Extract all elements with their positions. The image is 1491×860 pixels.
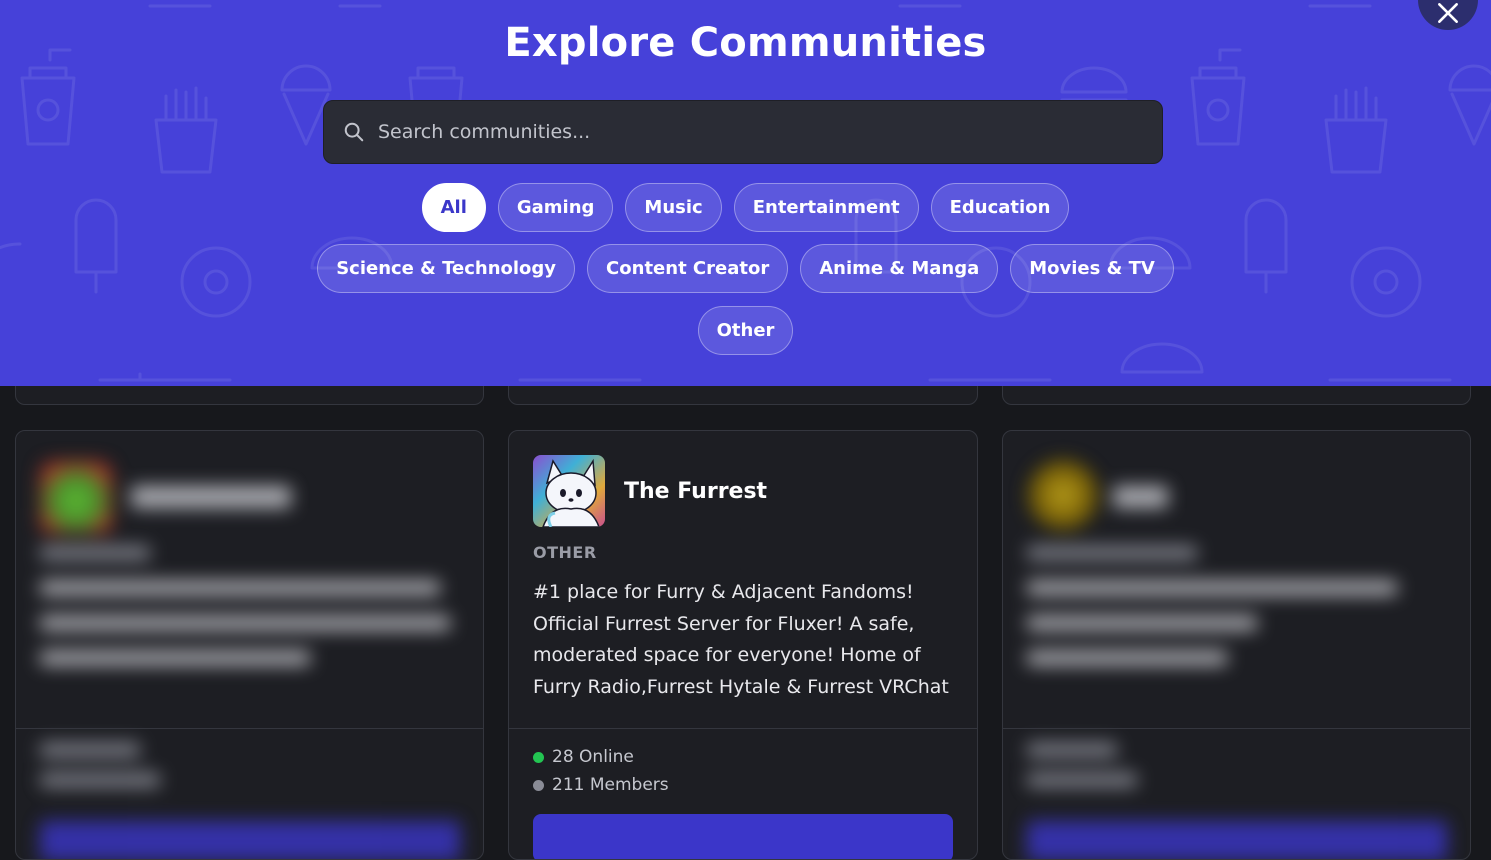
community-name: The Furrest: [624, 479, 768, 504]
category-chip-science-technology[interactable]: Science & Technology: [317, 244, 576, 293]
community-card-blurred[interactable]: [15, 430, 484, 860]
card-divider: [509, 728, 977, 729]
search-bar[interactable]: [323, 100, 1163, 164]
search-input[interactable]: [378, 101, 1162, 163]
category-chip-all[interactable]: All: [421, 183, 486, 232]
search-icon: [344, 122, 364, 142]
explore-header: Explore Communities All Gaming Music Ent…: [0, 0, 1491, 386]
card-divider: [16, 728, 483, 729]
online-count: 28 Online: [533, 747, 634, 767]
community-description: #1 place for Furry & Adjacent Fandoms! O…: [533, 581, 949, 698]
category-chip-content-creator[interactable]: Content Creator: [587, 244, 789, 293]
online-label: 28 Online: [552, 747, 634, 767]
category-chip-music[interactable]: Music: [625, 183, 722, 232]
card-divider: [1003, 728, 1470, 729]
join-button[interactable]: [533, 814, 953, 859]
members-label: 211 Members: [552, 775, 669, 795]
category-chip-gaming[interactable]: Gaming: [497, 183, 614, 232]
members-dot: [533, 779, 544, 791]
page-title: Explore Communities: [504, 20, 987, 66]
online-status-dot: [533, 751, 544, 763]
close-icon: [1438, 3, 1458, 23]
category-chip-entertainment[interactable]: Entertainment: [733, 183, 919, 232]
member-count: 211 Members: [533, 775, 669, 795]
category-chip-anime-manga[interactable]: Anime & Manga: [800, 244, 999, 293]
category-row-3: Other: [0, 306, 1491, 355]
community-category: OTHER: [533, 543, 597, 562]
category-chip-movies-tv[interactable]: Movies & TV: [1010, 244, 1174, 293]
category-row-1: All Gaming Music Entertainment Education: [0, 183, 1491, 232]
category-chip-other[interactable]: Other: [697, 306, 794, 355]
community-card-the-furrest[interactable]: The Furrest OTHER #1 place for Furry & A…: [508, 430, 978, 860]
avatar: [1027, 459, 1099, 531]
community-avatar: [533, 455, 605, 527]
avatar: [40, 461, 112, 533]
community-card-blurred[interactable]: [1002, 430, 1471, 860]
category-chip-education[interactable]: Education: [930, 183, 1070, 232]
furry-avatar-icon: [533, 455, 605, 527]
category-row-2: Science & Technology Content Creator Ani…: [0, 244, 1491, 293]
